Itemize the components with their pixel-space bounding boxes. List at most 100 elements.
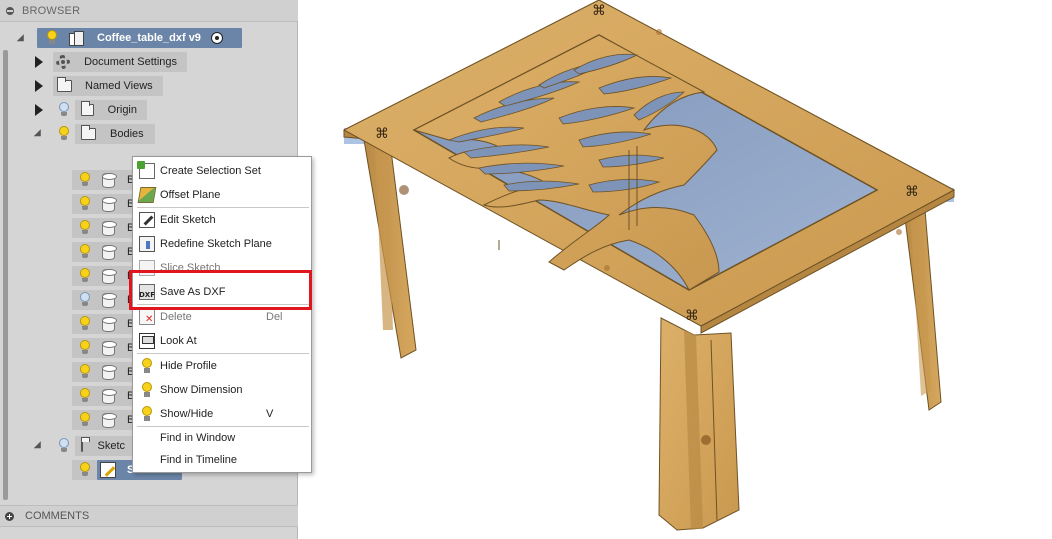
menu-item-label: Edit Sketch	[160, 214, 216, 226]
origin-expander[interactable]	[33, 104, 45, 116]
canvas-viewport[interactable]: ⌘ ⌘ ⌘ ⌘	[299, 0, 1052, 539]
coffee-table-model[interactable]: ⌘ ⌘ ⌘ ⌘	[299, 0, 1052, 539]
comments-label: COMMENTS	[25, 510, 90, 522]
bulb-icon[interactable]	[78, 244, 92, 260]
activate-radio-icon[interactable]	[210, 32, 223, 44]
body-icon	[102, 196, 117, 212]
sketch-item-visibility[interactable]	[72, 460, 98, 480]
bulb-icon[interactable]	[78, 340, 92, 356]
tree-node-sketches[interactable]: Sketc	[75, 436, 135, 456]
menu-item-label: Show Dimension	[160, 384, 243, 396]
bulb-off-icon[interactable]	[57, 438, 71, 454]
add-comment-icon[interactable]	[5, 511, 14, 521]
bulb-icon[interactable]	[78, 268, 92, 284]
bulb-icon[interactable]	[78, 172, 92, 188]
body-icon	[102, 340, 117, 356]
root-expander[interactable]	[16, 33, 28, 45]
bulb-icon[interactable]	[78, 196, 92, 212]
bodies-expander[interactable]	[33, 128, 45, 140]
tree-node-named-views[interactable]: Named Views	[53, 76, 163, 96]
body-icon	[102, 244, 117, 260]
look-at-icon	[139, 333, 155, 349]
menu-item-label: Look At	[160, 335, 197, 347]
svg-text:⌘: ⌘	[375, 126, 389, 142]
menu-item-find-in-window[interactable]: Find in Window	[133, 427, 311, 449]
edit-sketch-icon	[139, 212, 155, 228]
menu-separator	[137, 426, 309, 427]
bulb-off-icon[interactable]	[78, 292, 92, 308]
expanded-arrow-icon	[33, 440, 45, 452]
collapse-icon[interactable]	[6, 6, 14, 15]
bulb-icon[interactable]	[78, 316, 92, 332]
folder-icon	[81, 437, 93, 452]
expanded-arrow-icon	[16, 33, 28, 45]
red-highlight-box	[129, 270, 312, 310]
svg-text:⌘: ⌘	[592, 3, 606, 19]
svg-text:⌘: ⌘	[685, 308, 699, 324]
sketch-icon	[100, 462, 116, 478]
menu-item-label: Show/Hide	[160, 408, 214, 420]
sketches-expander[interactable]	[33, 440, 45, 452]
menu-item-find-in-timeline[interactable]: Find in Timeline	[133, 449, 311, 471]
tree-node-bodies[interactable]: Bodies	[75, 124, 155, 144]
component-icon	[69, 30, 84, 46]
sketches-label: Sketc	[97, 440, 125, 452]
tree-node-document-settings[interactable]: Document Settings	[53, 52, 187, 72]
tree-root-component[interactable]: Coffee_table_dxf v9	[37, 28, 242, 48]
document-settings-expander[interactable]	[33, 56, 45, 68]
comments-panel[interactable]: COMMENTS	[0, 505, 298, 527]
bulb-off-icon[interactable]	[57, 102, 71, 118]
redefine-plane-icon	[139, 236, 155, 252]
root-label: Coffee_table_dxf v9	[97, 32, 201, 44]
bulb-icon	[139, 358, 155, 374]
bodies-label: Bodies	[110, 128, 144, 140]
expanded-arrow-icon	[33, 128, 45, 140]
menu-separator	[137, 353, 309, 354]
bulb-icon[interactable]	[78, 412, 92, 428]
body-icon	[102, 268, 117, 284]
body-icon	[102, 172, 117, 188]
offset-plane-icon	[137, 187, 157, 203]
bulb-icon	[139, 406, 155, 422]
bulb-icon	[139, 382, 155, 398]
collapsed-arrow-icon	[35, 104, 43, 116]
named-views-expander[interactable]	[33, 80, 45, 92]
menu-item-show-dimension[interactable]: Show Dimension	[133, 379, 311, 401]
menu-item-hide-profile[interactable]: Hide Profile	[133, 355, 311, 377]
menu-item-edit-sketch[interactable]: Edit Sketch	[133, 209, 311, 231]
menu-item-label: Delete	[160, 311, 192, 323]
bulb-icon[interactable]	[78, 364, 92, 380]
svg-text:⌘: ⌘	[905, 184, 919, 200]
bulb-icon[interactable]	[78, 220, 92, 236]
body-icon	[102, 292, 117, 308]
menu-item-create-selection-set[interactable]: Create Selection Set	[133, 160, 311, 182]
selection-set-icon	[137, 161, 155, 179]
scrollbar-thumb[interactable]	[3, 50, 8, 500]
browser-header[interactable]: BROWSER	[0, 0, 298, 22]
tree-node-origin[interactable]: Origin	[75, 100, 147, 120]
collapsed-arrow-icon	[35, 80, 43, 92]
menu-item-label: Hide Profile	[160, 360, 217, 372]
menu-item-redefine-sketch-plane[interactable]: Redefine Sketch Plane	[133, 233, 311, 255]
bulb-icon[interactable]	[78, 388, 92, 404]
origin-label: Origin	[107, 104, 137, 116]
folder-icon	[81, 101, 94, 116]
document-settings-label: Document Settings	[84, 56, 177, 68]
menu-item-label: Offset Plane	[160, 189, 221, 201]
body-icon	[102, 364, 117, 380]
gear-icon	[55, 54, 71, 70]
menu-item-label: Redefine Sketch Plane	[160, 238, 272, 250]
folder-icon	[81, 125, 96, 140]
bulb-icon[interactable]	[57, 126, 71, 142]
body-icon	[102, 412, 117, 428]
bulb-icon[interactable]	[78, 462, 90, 478]
menu-item-label: Find in Timeline	[160, 454, 238, 466]
menu-item-show-hide[interactable]: Show/Hide V	[133, 403, 311, 425]
menu-item-look-at[interactable]: Look At	[133, 330, 311, 352]
collapsed-arrow-icon	[35, 56, 43, 68]
named-views-label: Named Views	[85, 80, 153, 92]
menu-item-offset-plane[interactable]: Offset Plane	[133, 184, 311, 206]
delete-icon	[139, 309, 155, 325]
bulb-icon[interactable]	[45, 30, 59, 46]
menu-item-shortcut: Del	[266, 311, 283, 323]
